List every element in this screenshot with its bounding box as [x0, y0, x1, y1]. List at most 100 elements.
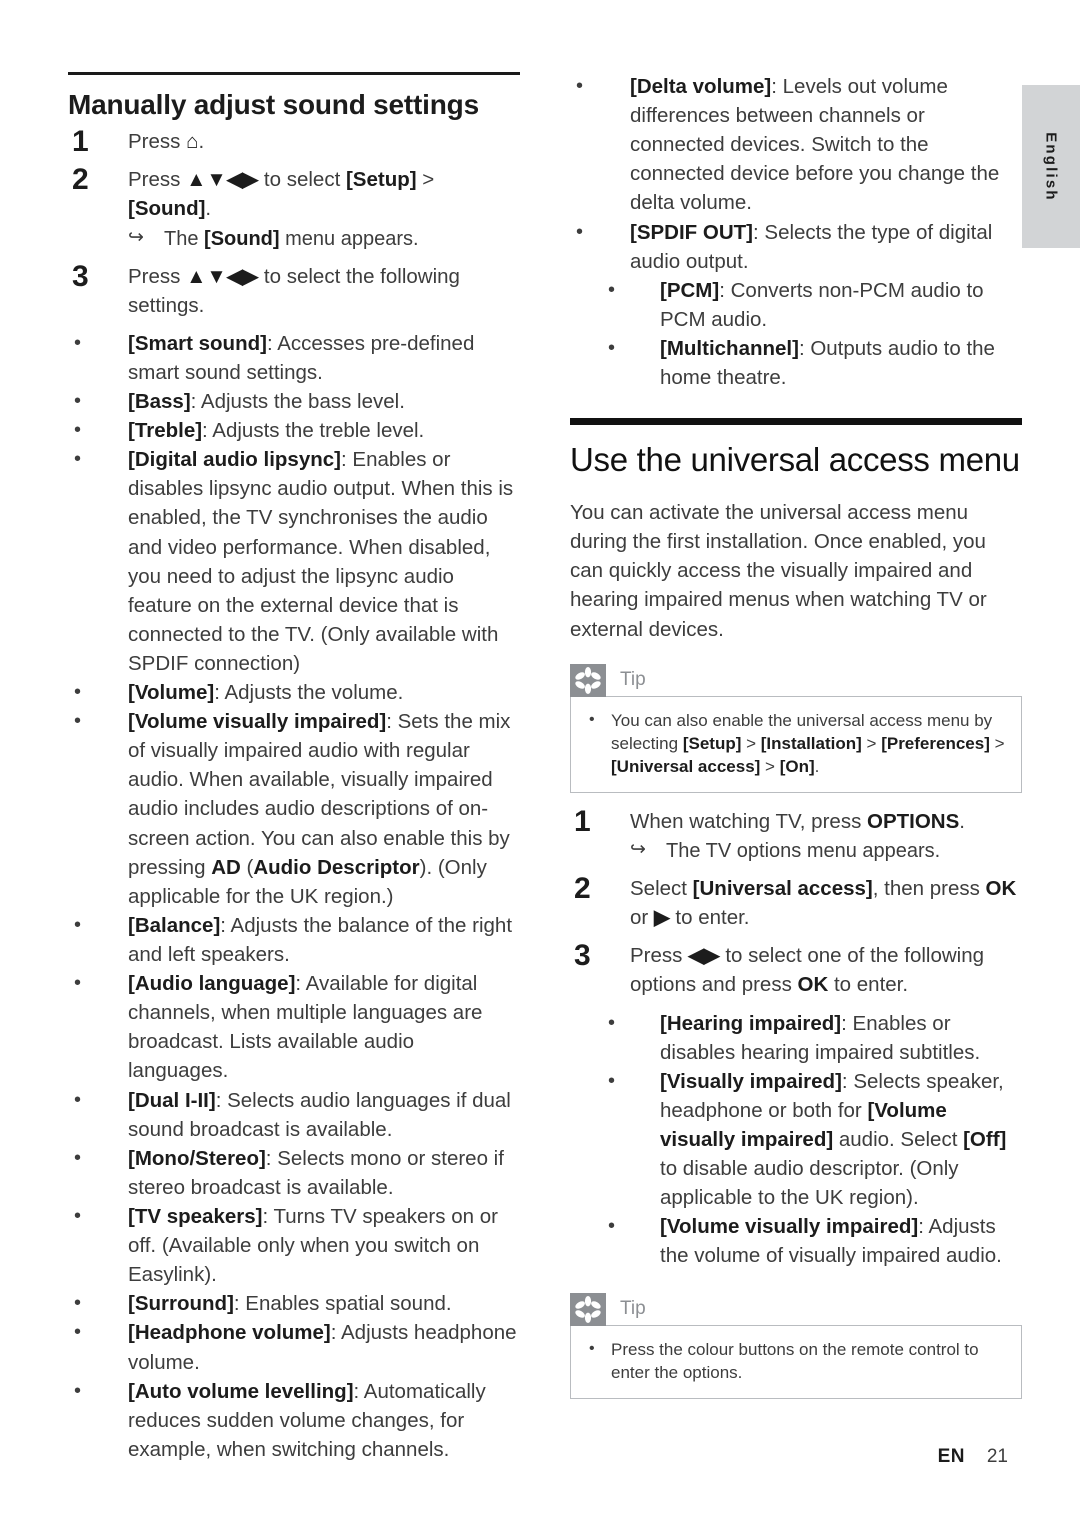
list-item: • [PCM]: Converts non-PCM audio to PCM au… [602, 276, 1022, 334]
bullet-dot-icon: • [608, 278, 616, 301]
menu-token: [Setup] [345, 168, 417, 192]
setting-desc: : Adjusts the volume. [214, 681, 404, 705]
result-arrow-icon: ↪ [630, 839, 646, 861]
step-item: 3 Press ▲▼◀▶ to select the following set… [68, 260, 520, 320]
menu-token: [On] [779, 756, 815, 776]
menu-token: [Installation] [760, 733, 862, 753]
bullet-dot-icon: • [74, 1146, 82, 1169]
setting-term: [Surround] [128, 1292, 234, 1316]
right-arrow-icon: ▶ [653, 906, 670, 930]
tip-text-part: > [989, 733, 1005, 753]
option-term: [Volume visually impaired] [660, 1215, 919, 1239]
tip-text-part: > [741, 733, 761, 753]
step-text-part: Press [630, 944, 689, 968]
step-number: 1 [574, 805, 591, 839]
step-text-part: Press [128, 264, 187, 288]
bullet-dot-icon: • [74, 1088, 82, 1111]
list-item: • [Visually impaired]: Selects speaker, h… [602, 1067, 1022, 1213]
setting-term: [Balance] [128, 913, 221, 937]
button-token: AD [211, 855, 241, 879]
setting-term: [Multichannel] [660, 336, 799, 360]
step-item: 2 Press ▲▼◀▶ to select [Setup] > [Sound]… [68, 163, 520, 253]
step-text: Press ▲▼◀▶ to select the following setti… [128, 265, 460, 317]
dpad-arrows-icon: ▲▼◀▶ [186, 168, 259, 192]
step-text-part: When watching TV, press [630, 810, 868, 834]
step-text: Press ⌂. [128, 130, 204, 153]
setting-term: [Delta volume] [630, 75, 772, 98]
step-text-part: > [416, 168, 435, 192]
tip-text-part: > [861, 733, 882, 753]
bullet-dot-icon: • [576, 75, 584, 97]
menu-token: [Sound] [128, 197, 206, 221]
step-number: 2 [72, 163, 89, 197]
menu-token: [Preferences] [881, 733, 990, 753]
setting-term: [Treble] [128, 419, 203, 443]
universal-access-steps: 1 When watching TV, press OPTIONS. ↪ The… [570, 805, 1022, 1000]
step-result: ↪ The [Sound] menu appears. [128, 225, 520, 253]
tip-asterisk-icon [570, 1292, 606, 1326]
bullet-dot-icon: • [74, 389, 82, 412]
setting-term: [Dual I-II] [128, 1088, 216, 1112]
section-rule [570, 418, 1022, 426]
setting-term: [Bass] [128, 389, 191, 413]
step-text-part: or [630, 906, 654, 930]
menu-token: [Universal access] [692, 877, 873, 901]
step-item: 1 When watching TV, press OPTIONS. ↪ The… [570, 805, 1022, 865]
sound-settings-list-continued: • [Delta volume]: Levels out volume diffe… [570, 72, 1022, 392]
list-item: • [Bass]: Adjusts the bass level. [68, 387, 520, 416]
setting-term: [Mono/Stereo] [128, 1146, 266, 1170]
step-result: ↪ The TV options menu appears. [630, 837, 1022, 865]
bullet-dot-icon: • [589, 710, 595, 728]
step-text: Select [Universal access], then press OK… [630, 877, 1016, 929]
step-number: 2 [574, 872, 591, 906]
language-side-tab-label: English [1042, 131, 1060, 202]
setting-desc-part: ( [240, 855, 254, 879]
list-item: • [Hearing impaired]: Enables or disables… [602, 1009, 1022, 1067]
setting-term: [Volume] [128, 681, 215, 705]
setting-term: [SPDIF OUT] [630, 220, 753, 244]
step-text-part: , then press [872, 877, 986, 901]
step-text: When watching TV, press OPTIONS. [630, 810, 965, 833]
tip-text: Press the colour buttons on the remote c… [611, 1339, 979, 1382]
step-text-part: . [198, 130, 205, 154]
option-term: [Hearing impaired] [660, 1011, 842, 1035]
tip-list-item: • You can also enable the universal acces… [585, 709, 1007, 778]
dpad-arrows-icon: ▲▼◀▶ [186, 264, 259, 288]
button-token: OK [985, 877, 1017, 901]
home-icon: ⌂ [186, 130, 199, 154]
setting-term: [Audio language] [128, 972, 296, 996]
bullet-dot-icon: • [608, 1011, 616, 1034]
bullet-dot-icon: • [74, 1321, 82, 1344]
list-item: • [Delta volume]: Levels out volume diffe… [570, 72, 1022, 218]
result-text-part: menu appears. [279, 227, 419, 250]
bullet-dot-icon: • [589, 1339, 595, 1357]
option-desc-part: audio. Select [833, 1128, 964, 1151]
list-item: • [Dual I-II]: Selects audio languages if… [68, 1086, 520, 1144]
step-text: Press ▲▼◀▶ to select [Setup] > [Sound]. [128, 168, 434, 220]
bullet-dot-icon: • [74, 1205, 82, 1228]
step-text-part: . [959, 810, 965, 834]
step-number: 3 [72, 259, 89, 293]
setting-term: [PCM] [660, 278, 720, 302]
menu-token: [Universal access] [611, 756, 761, 776]
bullet-dot-icon: • [74, 419, 82, 442]
option-desc-part: to disable audio descriptor. (Only appli… [660, 1157, 959, 1210]
list-item: • [Headphone volume]: Adjusts headphone v… [68, 1318, 520, 1376]
tip-list-item: • Press the colour buttons on the remote … [585, 1338, 1007, 1384]
footer-locale: EN [937, 1446, 965, 1467]
menu-token: [Sound] [204, 227, 280, 250]
right-column: • [Delta volume]: Levels out volume diffe… [570, 72, 1022, 1413]
sound-settings-list: • [Smart sound]: Accesses pre-defined sma… [68, 329, 520, 1464]
list-item: • [Volume]: Adjusts the volume. [68, 678, 520, 707]
list-item: • [Multichannel]: Outputs audio to the ho… [602, 334, 1022, 392]
list-item: • [SPDIF OUT]: Selects the type of digita… [570, 218, 1022, 276]
result-arrow-icon: ↪ [128, 226, 144, 248]
tip-box-top: Tip • You can also enable the universal a… [570, 663, 1022, 794]
heading-rule [68, 72, 520, 75]
tip-content: • You can also enable the universal acces… [570, 695, 1022, 794]
tip-text-part: . [814, 756, 820, 776]
page-number: 21 [986, 1446, 1008, 1467]
list-item: • [Surround]: Enables spatial sound. [68, 1289, 520, 1318]
list-item: • [Smart sound]: Accesses pre-defined sma… [68, 329, 520, 387]
result-text: The TV options menu appears. [666, 840, 941, 863]
